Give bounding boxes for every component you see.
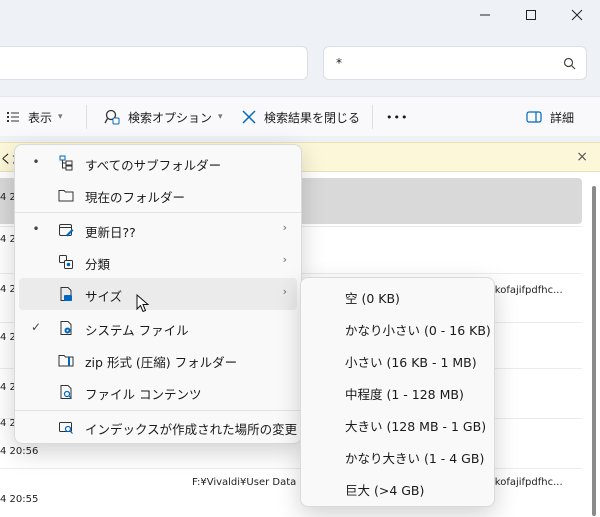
- submenu-item-label: 空 (0 KB): [345, 291, 400, 306]
- address-bar[interactable]: [0, 46, 308, 80]
- row-path: jkofajifpdfhc...: [492, 477, 563, 488]
- minimize-button[interactable]: [462, 0, 508, 30]
- submenu-item-label: 小さい (16 KB - 1 MB): [345, 355, 477, 370]
- menu-item-zip-folders[interactable]: zip 形式 (圧縮) フォルダー: [19, 344, 297, 376]
- calendar-icon: [57, 222, 75, 238]
- submenu-item-label: 巨大 (>4 GB): [345, 483, 425, 498]
- zip-folder-icon: [57, 352, 75, 368]
- view-list-icon: [6, 110, 20, 124]
- submenu-item-empty[interactable]: 空 (0 KB): [305, 280, 491, 312]
- search-options-label: 検索オプション: [128, 110, 213, 125]
- selected-bullet-icon: •: [32, 222, 40, 236]
- search-options-menu: • すべてのサブフォルダー 現在のフォルダー • 更新日?? › 分類 › サイ…: [14, 144, 302, 444]
- submenu-item-large[interactable]: 大きい (128 MB - 1 GB): [305, 408, 491, 440]
- menu-item-date-modified[interactable]: • 更新日?? ›: [19, 214, 297, 246]
- menu-item-system-files[interactable]: ✓ システム ファイル: [19, 312, 297, 344]
- search-options-icon: [104, 109, 120, 125]
- view-label: 表示: [28, 110, 53, 125]
- submenu-item-medium[interactable]: 中程度 (1 - 128 MB): [305, 376, 491, 408]
- toolbar-divider: [372, 105, 373, 129]
- submenu-item-gigantic[interactable]: 巨大 (>4 GB): [305, 472, 491, 504]
- submenu-item-label: 大きい (128 MB - 1 GB): [345, 419, 487, 434]
- menu-item-label: 現在のフォルダー: [85, 190, 186, 205]
- close-icon: [571, 9, 583, 21]
- row-timestamp: 4 20:55: [0, 494, 39, 505]
- title-bar: [0, 0, 600, 30]
- scrollbar-thumb[interactable]: [592, 186, 596, 516]
- menu-item-label: zip 形式 (圧縮) フォルダー: [85, 355, 238, 370]
- command-bar: 表示 ▾ 検索オプション ▾ 検索結果を閉じる ••• 詳細: [0, 96, 600, 136]
- menu-item-file-contents[interactable]: ファイル コンテンツ: [19, 376, 297, 408]
- index-locations-icon: [57, 419, 75, 435]
- menu-item-change-indexed-locations[interactable]: インデックスが作成された場所の変更: [19, 411, 297, 443]
- chevron-down-icon: ▾: [58, 112, 63, 122]
- minimize-icon: [480, 14, 490, 16]
- details-label: 詳細: [550, 110, 575, 125]
- chevron-right-icon: ›: [282, 253, 287, 266]
- details-pane-icon: [526, 110, 542, 124]
- menu-item-all-subfolders[interactable]: • すべてのサブフォルダー: [19, 147, 297, 179]
- submenu-item-tiny[interactable]: かなり小さい (0 - 16 KB): [305, 312, 491, 344]
- close-window-button[interactable]: [554, 0, 600, 30]
- close-search-button[interactable]: 検索結果を閉じる: [242, 97, 360, 137]
- menu-item-label: ファイル コンテンツ: [85, 387, 202, 402]
- submenu-item-huge[interactable]: かなり大きい (1 - 4 GB): [305, 440, 491, 472]
- info-bar-close-button[interactable]: ×: [576, 149, 588, 165]
- chevron-right-icon: ›: [282, 221, 287, 234]
- row-path: F:¥Vivaldi¥User Data: [192, 477, 297, 488]
- menu-item-label: サイズ: [85, 289, 123, 304]
- submenu-item-label: かなり大きい (1 - 4 GB): [345, 451, 485, 466]
- close-search-icon: [242, 110, 256, 124]
- menu-item-label: 分類: [85, 257, 111, 272]
- menu-item-size[interactable]: サイズ ›: [19, 278, 297, 310]
- menu-item-label: インデックスが作成された場所の変更: [85, 422, 298, 437]
- view-button[interactable]: 表示 ▾: [6, 97, 63, 137]
- selected-bullet-icon: •: [32, 155, 40, 169]
- maximize-button[interactable]: [508, 0, 554, 30]
- mouse-cursor-icon: [136, 293, 150, 317]
- kind-icon: [57, 254, 75, 270]
- chevron-down-icon: ▾: [218, 112, 223, 122]
- submenu-item-label: 中程度 (1 - 128 MB): [345, 387, 464, 402]
- file-contents-icon: [57, 384, 75, 400]
- menu-item-kind[interactable]: 分類 ›: [19, 246, 297, 278]
- row-timestamp: 4 20:56: [0, 446, 39, 457]
- menu-item-label: すべてのサブフォルダー: [85, 158, 222, 173]
- toolbar-divider: [86, 105, 87, 129]
- menu-item-label: 更新日??: [85, 225, 136, 240]
- search-input[interactable]: *: [336, 56, 342, 70]
- close-search-label: 検索結果を閉じる: [264, 110, 361, 125]
- folder-icon: [57, 187, 75, 203]
- system-file-icon: [57, 320, 75, 336]
- more-options-button[interactable]: •••: [386, 97, 408, 137]
- checkmark-icon: ✓: [30, 320, 42, 334]
- search-icon[interactable]: [563, 57, 576, 73]
- vertical-scrollbar[interactable]: [582, 172, 600, 517]
- row-path: jkofajifpdfhc...: [492, 285, 563, 296]
- search-box[interactable]: *: [323, 46, 587, 80]
- size-icon: [57, 286, 75, 302]
- menu-item-current-folder[interactable]: 現在のフォルダー: [19, 179, 297, 211]
- submenu-item-label: かなり小さい (0 - 16 KB): [345, 323, 491, 338]
- more-icon: •••: [386, 110, 409, 124]
- size-submenu: 空 (0 KB) かなり小さい (0 - 16 KB) 小さい (16 KB -…: [300, 277, 495, 507]
- subfolders-icon: [57, 155, 75, 171]
- details-pane-button[interactable]: 詳細: [526, 97, 574, 137]
- submenu-item-small[interactable]: 小さい (16 KB - 1 MB): [305, 344, 491, 376]
- menu-separator: [15, 212, 301, 213]
- menu-item-label: システム ファイル: [85, 323, 189, 338]
- chevron-right-icon: ›: [282, 285, 287, 298]
- search-options-button[interactable]: 検索オプション ▾: [104, 97, 223, 137]
- maximize-icon: [526, 10, 536, 20]
